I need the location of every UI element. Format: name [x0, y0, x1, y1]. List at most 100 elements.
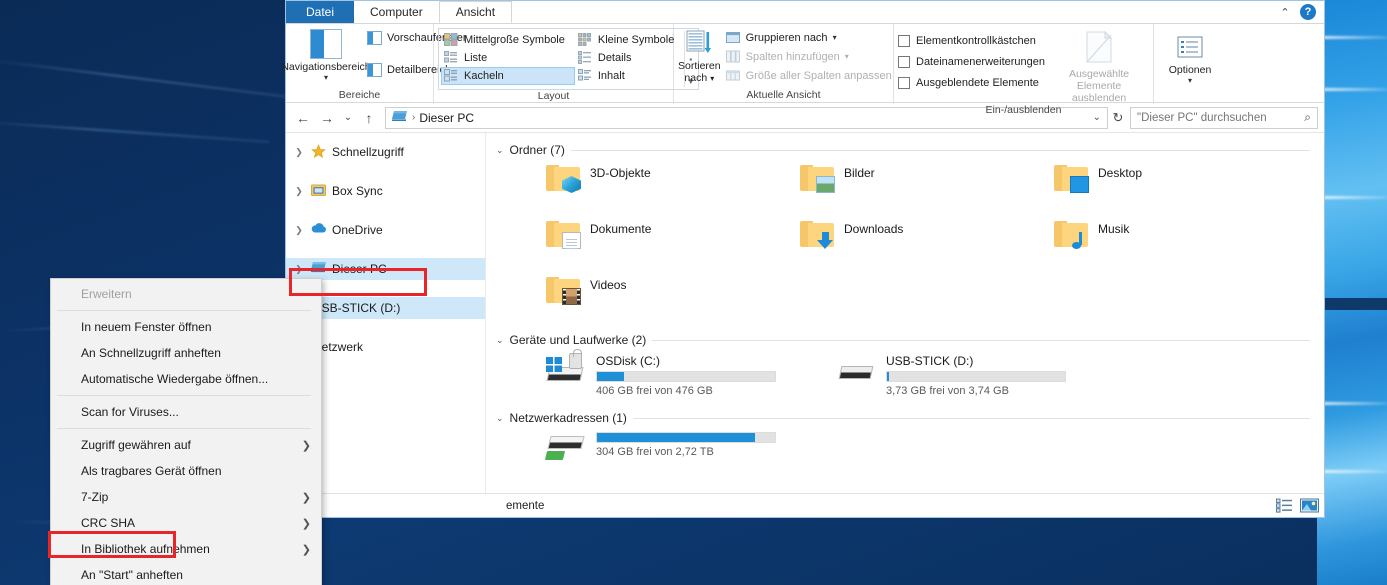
sidebar-item-schnellzugriff[interactable]: ❯ Schnellzugriff: [286, 141, 485, 163]
menu-item-7-zip[interactable]: 7-Zip ❯: [51, 484, 321, 510]
list-item[interactable]: USB-STICK (D:) 3,73 GB frei von 3,74 GB: [786, 353, 1076, 409]
chevron-down-icon: ▾: [1187, 76, 1192, 86]
hide-selected-line2: Elemente ausblenden: [1071, 80, 1127, 105]
drive-free-space: 3,73 GB frei von 3,74 GB: [886, 385, 1009, 397]
options-label: Optionen: [1168, 64, 1212, 77]
list-item[interactable]: 304 GB frei von 2,72 TB: [496, 431, 786, 487]
layout-option-small-icons-label: Kleine Symbole: [597, 34, 675, 46]
layout-option-small-icons[interactable]: Kleine Symbole: [575, 31, 684, 49]
back-button[interactable]: ←: [292, 107, 314, 129]
options-icon: [1177, 35, 1203, 62]
sidebar-item-onedrive[interactable]: ❯ OneDrive: [286, 219, 485, 241]
forward-button[interactable]: →: [316, 107, 338, 129]
sidebar-item-box-sync[interactable]: ❯ Box Sync: [286, 180, 485, 202]
layout-option-medium-icons[interactable]: Mittelgroße Symbole: [441, 31, 575, 49]
checkbox-icon[interactable]: [898, 55, 910, 68]
layout-option-details-label: Details: [597, 52, 632, 64]
recent-locations-button[interactable]: ⌄: [340, 107, 356, 129]
menu-item-an-schnellzugriff-anheften[interactable]: An Schnellzugriff anheften: [51, 340, 321, 366]
checkbox-icon[interactable]: [898, 76, 910, 89]
chevron-down-icon[interactable]: ⌄: [496, 335, 504, 346]
group-header-network-label: Netzwerkadressen (1): [509, 411, 627, 425]
menu-item-label: 7-Zip: [81, 490, 109, 504]
checkbox-hidden-items[interactable]: Ausgeblendete Elemente: [898, 73, 1045, 92]
wallpaper-band: [1317, 298, 1387, 310]
menu-item-an-start-anheften[interactable]: An "Start" anheften: [51, 562, 321, 585]
group-header-folders[interactable]: ⌄ Ordner (7): [496, 143, 1324, 157]
list-item[interactable]: Videos: [496, 275, 750, 331]
checkbox-item-checkboxes[interactable]: Elementkontrollkästchen: [898, 31, 1045, 50]
navigation-pane-button[interactable]: Navigationsbereich ▾: [281, 27, 371, 82]
list-item[interactable]: Desktop: [1004, 163, 1258, 219]
layout-gallery: Mittelgroße Symbole Liste Kacheln Kleine…: [438, 28, 700, 90]
folder-downloads-icon: [800, 219, 834, 249]
chevron-right-icon[interactable]: ❯: [292, 186, 306, 197]
menu-item-crc-sha[interactable]: CRC SHA ❯: [51, 510, 321, 536]
ribbon-group-panes-label: Bereiche: [338, 89, 381, 101]
navigation-pane-label: Navigationsbereich: [281, 61, 371, 73]
tile-label: Bilder: [844, 166, 875, 180]
tab-computer[interactable]: Computer: [354, 1, 439, 23]
tab-ansicht[interactable]: Ansicht: [438, 1, 513, 23]
search-icon[interactable]: ⌕: [1304, 110, 1311, 125]
layout-option-list[interactable]: Liste: [441, 49, 575, 67]
context-menu: Erweitern In neuem Fenster öffnen An Sch…: [50, 278, 322, 585]
list-item[interactable]: 3D-Objekte: [496, 163, 750, 219]
menu-item-in-neuem-fenster-oeffnen[interactable]: In neuem Fenster öffnen: [51, 314, 321, 340]
desktop: Datei Computer Ansicht ⌃ ? Navigationsbe…: [0, 0, 1387, 585]
tiles-icon: [444, 69, 459, 83]
layout-option-content[interactable]: Inhalt: [575, 67, 684, 85]
ribbon-group-show-hide-label: Ein-/ausblenden: [985, 104, 1062, 117]
menu-item-als-tragbares-geraet-oeffnen[interactable]: Als tragbares Gerät öffnen: [51, 458, 321, 484]
folder-tiles: 3D-Objekte Bilder Desktop Dokumente Down…: [496, 163, 1324, 331]
search-input[interactable]: "Dieser PC" durchsuchen ⌕: [1130, 106, 1318, 129]
layout-option-tiles[interactable]: Kacheln: [441, 67, 575, 85]
menu-item-scan-for-viruses[interactable]: Scan for Viruses...: [51, 399, 321, 425]
layout-option-details[interactable]: Details: [575, 49, 684, 67]
sort-by-button[interactable]: Sortieren nach ▾: [678, 27, 721, 84]
list-item[interactable]: Dokumente: [496, 219, 750, 275]
sort-by-icon: [686, 29, 712, 58]
options-button[interactable]: Optionen ▾: [1158, 27, 1222, 85]
up-button[interactable]: ↑: [358, 107, 380, 129]
group-divider: [652, 339, 1310, 341]
menu-item-in-bibliothek-aufnehmen[interactable]: In Bibliothek aufnehmen ❯: [51, 536, 321, 562]
chevron-right-icon[interactable]: ❯: [292, 147, 306, 158]
group-by-button[interactable]: Gruppieren nach ▾: [724, 29, 896, 46]
ribbon-group-show-hide: Elementkontrollkästchen Dateinamenerweit…: [894, 24, 1154, 116]
group-header-drives[interactable]: ⌄ Geräte und Laufwerke (2): [496, 333, 1324, 347]
collapse-ribbon-icon[interactable]: ⌃: [1278, 5, 1292, 19]
chevron-down-icon[interactable]: ⌄: [496, 413, 504, 424]
os-disk-icon: [546, 349, 586, 383]
drive-free-space: 304 GB frei von 2,72 TB: [596, 446, 714, 458]
checkbox-icon[interactable]: [898, 34, 910, 47]
tile-label: Downloads: [844, 222, 904, 236]
menu-item-zugriff-gewaehren-auf[interactable]: Zugriff gewähren auf ❯: [51, 432, 321, 458]
menu-item-label: Zugriff gewähren auf: [81, 438, 191, 452]
size-columns-icon: [725, 69, 741, 83]
add-columns-button: Spalten hinzufügen ▾: [724, 48, 896, 65]
sidebar-item-box-sync-label: Box Sync: [332, 184, 383, 198]
group-header-network[interactable]: ⌄ Netzwerkadressen (1): [496, 411, 1324, 425]
menu-item-automatische-wiedergabe[interactable]: Automatische Wiedergabe öffnen...: [51, 366, 321, 392]
list-item[interactable]: OSDisk (C:) 406 GB frei von 476 GB: [496, 349, 786, 409]
large-icons-view-icon[interactable]: [1300, 498, 1319, 514]
tab-datei[interactable]: Datei: [286, 1, 355, 23]
list-item[interactable]: Bilder: [750, 163, 1004, 219]
sidebar-item-dieser-pc[interactable]: ❯ Dieser PC: [286, 258, 485, 280]
help-icon[interactable]: ?: [1300, 4, 1316, 20]
list-item[interactable]: Musik: [1004, 219, 1258, 275]
group-header-drives-label: Geräte und Laufwerke (2): [509, 333, 647, 347]
ribbon: Navigationsbereich ▾ Vorschaufenster Det…: [281, 23, 1324, 116]
chevron-down-icon[interactable]: ⌄: [496, 145, 504, 156]
size-all-columns-label: Größe aller Spalten anpassen: [745, 69, 892, 82]
search-placeholder: "Dieser PC" durchsuchen: [1137, 111, 1267, 124]
size-all-columns-button: Größe aller Spalten anpassen: [724, 67, 896, 84]
details-view-icon[interactable]: [1276, 498, 1294, 514]
chevron-right-icon[interactable]: ❯: [292, 264, 306, 275]
checkbox-file-extensions[interactable]: Dateinamenerweiterungen: [898, 52, 1045, 71]
list-item[interactable]: Downloads: [750, 219, 1004, 275]
tile-label: Videos: [590, 278, 627, 292]
chevron-right-icon[interactable]: ❯: [292, 225, 306, 236]
ribbon-group-current-view: Sortieren nach ▾ Gruppieren nach ▾ Spalt…: [674, 24, 894, 104]
